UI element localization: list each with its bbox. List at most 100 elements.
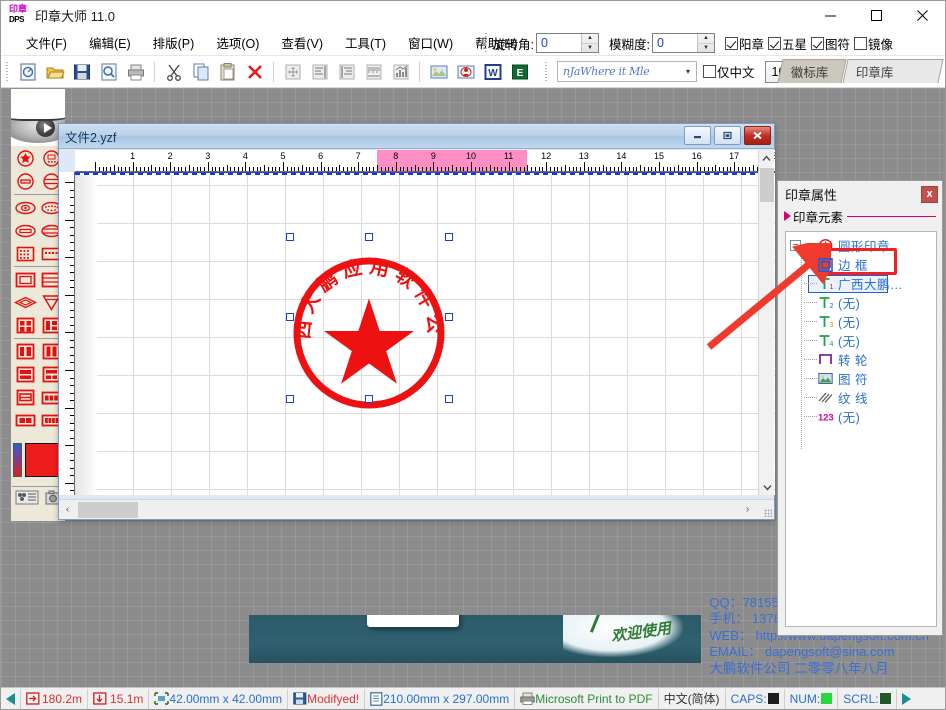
shape-rect-grid-icon[interactable] (12, 242, 38, 265)
font-select[interactable]: nJaWhere it Mle ▾ (557, 61, 697, 82)
font-toolbar-gripper[interactable] (543, 62, 549, 82)
image-button[interactable] (426, 60, 451, 84)
tree-node-symbol[interactable]: 图 符 (786, 369, 936, 388)
nav-left-icon[interactable] (6, 693, 15, 705)
move-button[interactable] (280, 60, 305, 84)
color-picker[interactable] (13, 441, 63, 479)
copy-button[interactable] (188, 60, 213, 84)
stamp-button[interactable] (453, 60, 478, 84)
blur-spin-buttons[interactable]: ▲ ▼ (697, 34, 714, 52)
vertical-ruler[interactable] (59, 172, 75, 495)
minimize-button[interactable] (807, 1, 853, 30)
shape-ellipse-bar-icon[interactable] (12, 219, 38, 242)
nav-right-icon[interactable] (902, 693, 911, 705)
blur-stepper[interactable]: 0 ▲ ▼ (652, 33, 715, 53)
scroll-up-arrow-icon[interactable] (759, 150, 774, 166)
rotation-spin-buttons[interactable]: ▲ ▼ (581, 34, 598, 52)
rotation-spin-up[interactable]: ▲ (582, 34, 598, 44)
blur-input[interactable]: 0 (653, 34, 697, 52)
word-export-button[interactable]: W (480, 60, 505, 84)
shape-rect-border-icon[interactable] (12, 268, 38, 291)
checkbox-fivestar-box[interactable] (768, 37, 781, 50)
document-close-button[interactable] (744, 126, 771, 145)
excel-export-button[interactable]: E (507, 60, 532, 84)
cut-button[interactable] (161, 60, 186, 84)
new-file-button[interactable] (15, 60, 40, 84)
maximize-button[interactable] (853, 1, 899, 30)
rotation-stepper[interactable]: 0 ▲ ▼ (536, 33, 599, 53)
ruler-button[interactable] (361, 60, 386, 84)
tree-node-number[interactable]: 123 (无) (786, 407, 936, 426)
shape-quad-grid-icon[interactable] (12, 314, 38, 337)
menu-options[interactable]: 选项(O) (205, 30, 270, 55)
palette-list-icon[interactable] (15, 489, 39, 510)
shape-split-left-icon[interactable] (12, 340, 38, 363)
selection-handle-e[interactable] (445, 313, 453, 321)
menu-view[interactable]: 查看(V) (270, 30, 334, 55)
rotation-spin-down[interactable]: ▼ (582, 44, 598, 53)
shape-two-rows-icon[interactable] (12, 363, 38, 386)
scroll-right-arrow-icon[interactable]: › (739, 504, 756, 515)
canvas-horizontal-scrollbar[interactable]: ‹ › (59, 499, 774, 519)
checkbox-symbol-box[interactable] (811, 37, 824, 50)
properties-close-button[interactable]: x (921, 186, 938, 203)
selection-handle-sw[interactable] (286, 395, 294, 403)
rotation-input[interactable]: 0 (537, 34, 581, 52)
chart-button[interactable] (388, 60, 413, 84)
align-left-button[interactable] (307, 60, 332, 84)
checkbox-mirror-box[interactable] (854, 37, 867, 50)
status-nav-right[interactable] (897, 689, 916, 709)
checkbox-yangzhang[interactable]: 阳章 (725, 34, 764, 53)
menu-window[interactable]: 窗口(W) (397, 30, 464, 55)
horizontal-ruler[interactable]: 123456789101112131415161718 (75, 150, 775, 172)
current-color-swatch[interactable] (25, 443, 60, 477)
checkbox-mirror[interactable]: 镜像 (854, 34, 893, 53)
tab-stamp-library[interactable]: 印章库 (843, 59, 944, 83)
blur-spin-up[interactable]: ▲ (698, 34, 714, 44)
stamp-object[interactable]: 广西大鹏应用软件公司 (288, 252, 451, 415)
scroll-down-arrow-icon[interactable] (759, 479, 775, 495)
color-gradient-strip[interactable] (13, 443, 22, 477)
close-button[interactable] (899, 1, 945, 30)
selection-handle-n[interactable] (365, 233, 373, 241)
horizontal-scroll-thumb[interactable] (78, 502, 138, 518)
shape-single-bar-icon[interactable] (12, 386, 38, 409)
chinese-only-checkbox[interactable]: 仅中文 (703, 62, 755, 81)
document-restore-button[interactable] (714, 126, 741, 145)
open-file-button[interactable] (42, 60, 67, 84)
status-nav-left[interactable] (1, 689, 21, 709)
paste-button[interactable] (215, 60, 240, 84)
shape-two-cells-icon[interactable] (12, 409, 38, 432)
shape-ellipse-eye-icon[interactable] (12, 196, 38, 219)
tab-emblem-library[interactable]: 徽标库 (777, 59, 846, 83)
menu-file[interactable]: 文件(F) (15, 30, 78, 55)
resize-grip[interactable] (764, 509, 772, 517)
checkbox-symbol[interactable]: 图符 (811, 34, 850, 53)
selection-handle-s[interactable] (365, 395, 373, 403)
selection-handle-ne[interactable] (445, 233, 453, 241)
delete-button[interactable] (242, 60, 267, 84)
selection-handle-nw[interactable] (286, 233, 294, 241)
scroll-left-arrow-icon[interactable]: ‹ (59, 504, 76, 515)
menu-tools[interactable]: 工具(T) (334, 30, 397, 55)
align-right-button[interactable] (334, 60, 359, 84)
print-preview-button[interactable] (96, 60, 121, 84)
save-file-button[interactable] (69, 60, 94, 84)
shape-circle-bar-icon[interactable] (12, 170, 38, 193)
shape-circle-star-icon[interactable] (12, 147, 38, 170)
checkbox-fivestar[interactable]: 五星 (768, 34, 807, 53)
shape-diamond-icon[interactable] (12, 291, 38, 314)
chinese-only-checkbox-box[interactable] (703, 65, 716, 78)
print-button[interactable] (123, 60, 148, 84)
selection-handle-se[interactable] (445, 395, 453, 403)
document-minimize-button[interactable] (684, 126, 711, 145)
vertical-scroll-thumb[interactable] (760, 168, 774, 202)
chevron-down-icon[interactable]: ▾ (686, 67, 696, 76)
checkbox-yangzhang-box[interactable] (725, 37, 738, 50)
tree-node-texture[interactable]: 纹 线 (786, 388, 936, 407)
icon-toolbar-gripper[interactable] (4, 62, 10, 82)
selection-handle-w[interactable] (286, 313, 294, 321)
blur-spin-down[interactable]: ▼ (698, 44, 714, 53)
menu-layout[interactable]: 排版(P) (142, 30, 206, 55)
document-canvas[interactable]: 广西大鹏应用软件公司 (75, 172, 775, 495)
